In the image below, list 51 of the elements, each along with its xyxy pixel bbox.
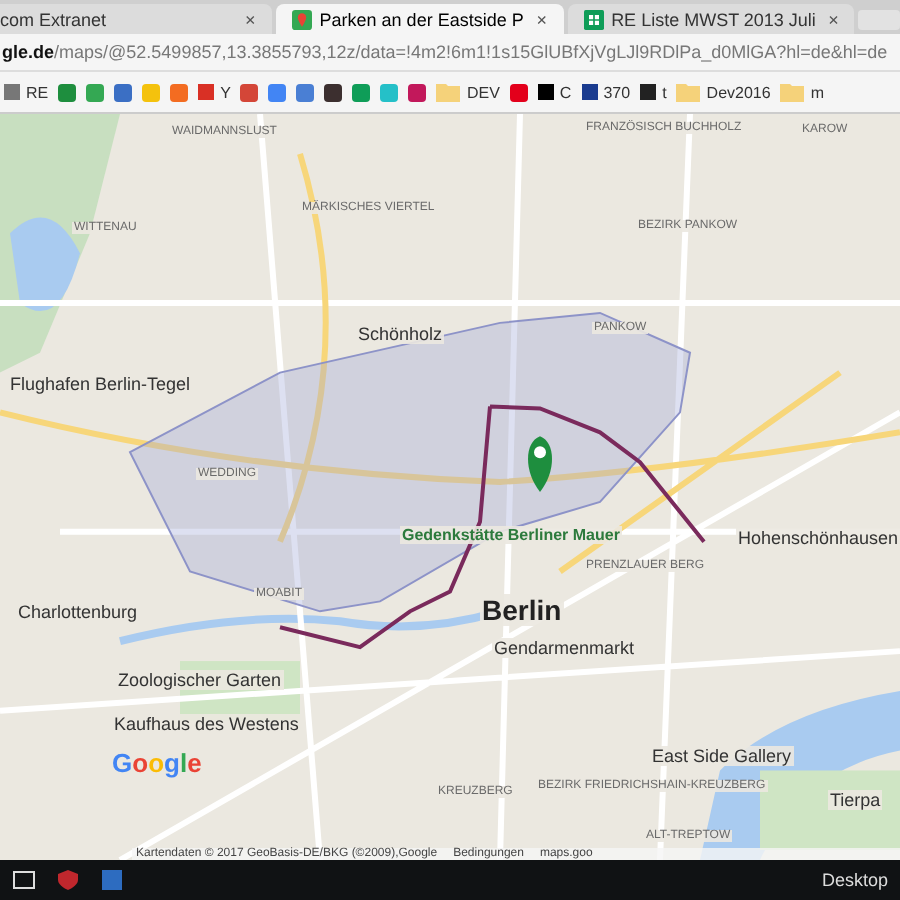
close-icon[interactable]: × [536, 9, 548, 29]
browser-tab[interactable]: RE Liste MWST 2013 Juli × [567, 4, 855, 34]
folder-icon [676, 82, 701, 102]
browser-tab[interactable]: Parken an der Eastside P × [275, 4, 564, 34]
folder-icon [436, 82, 461, 102]
bookmark-folder[interactable]: Dev2016 [676, 82, 771, 102]
bookmark-label: C [559, 83, 572, 101]
bookmark-label: Y [220, 83, 231, 101]
tab-title: RE Liste MWST 2013 Juli [611, 9, 818, 29]
close-icon[interactable]: × [245, 9, 256, 29]
map-pin-icon [291, 9, 312, 29]
bookmark-label: Dev2016 [706, 83, 771, 101]
close-icon[interactable]: × [828, 9, 839, 29]
bookmark-folder[interactable]: DEV [436, 82, 500, 102]
bookmark[interactable]: Y [198, 83, 231, 101]
map-label: Zoologischer Garten [116, 670, 284, 690]
browser-tab[interactable]: com Extranet × [0, 4, 272, 34]
bookmark[interactable]: C [537, 83, 572, 101]
shield-icon[interactable] [56, 868, 80, 892]
site-icon [198, 84, 215, 100]
spreadsheet-icon [583, 9, 604, 29]
bookmark[interactable]: 370 [581, 83, 631, 101]
bookmark-label: 370 [603, 83, 631, 101]
map-label: Charlottenburg [16, 602, 140, 622]
site-icon [537, 84, 554, 100]
tab-title: com Extranet [0, 9, 109, 29]
map-label: Schönholz [356, 324, 445, 344]
bookmark-label: DEV [466, 83, 500, 101]
map-label: Kaufhaus des Westens [112, 714, 301, 734]
app-icon[interactable] [12, 868, 36, 892]
bookmark-label: m [810, 83, 824, 101]
bookmark[interactable]: RE [4, 83, 49, 101]
map-label: Flughafen Berlin-Tegel [8, 374, 193, 394]
folder-icon [780, 82, 805, 102]
site-icon [581, 84, 598, 100]
site-icon [640, 84, 657, 100]
map-logo: Google [112, 748, 202, 778]
map-label: Gendarmenmarkt [492, 638, 637, 658]
tab-title: Parken an der Eastside P [319, 9, 526, 29]
map-label: East Side Gallery [650, 746, 794, 766]
desktop-label[interactable]: Desktop [821, 870, 888, 890]
bookmark-folder[interactable]: m [780, 82, 824, 102]
bookmark[interactable]: t [640, 83, 667, 101]
address-bar[interactable]: gle.de/maps/@52.5499857,13.3855793,12z/data=!4m2!6m1!1s15GlUBfXjVgLJl9RDlPa_d0MlGA?hl=de&hl=de [0, 34, 900, 72]
map-label: Gedenkstätte Berliner Mauer [400, 526, 622, 544]
site-icon [4, 84, 20, 100]
bookmark-label: RE [26, 83, 49, 101]
map-label: Tierpa [828, 790, 883, 810]
map-label: Hohenschönhausen [736, 528, 900, 548]
map-label: Berlin [480, 594, 564, 626]
bookmark-label: t [662, 83, 667, 101]
